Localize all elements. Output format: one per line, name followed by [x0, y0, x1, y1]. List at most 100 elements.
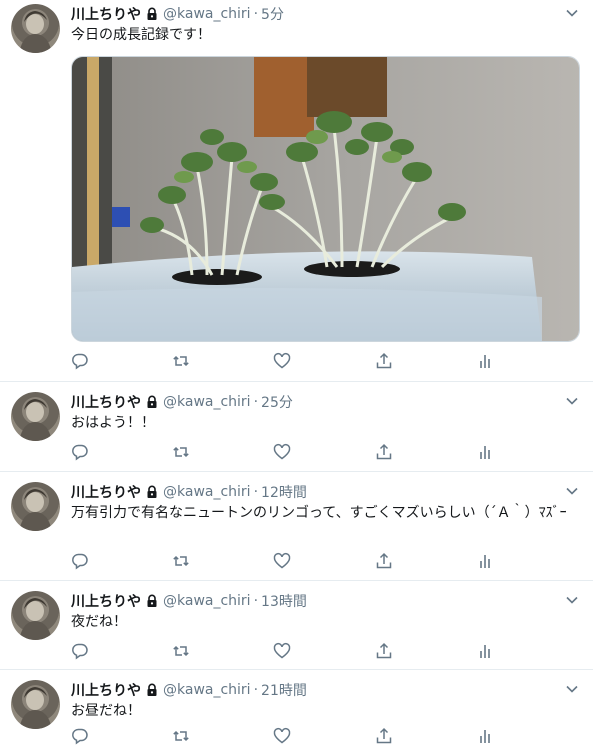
analytics-button[interactable]	[476, 352, 496, 372]
retweet-icon	[173, 446, 189, 458]
like-icon	[273, 553, 291, 569]
chevron-down-icon[interactable]	[565, 593, 579, 607]
tweet-text: 夜だね！	[71, 614, 127, 630]
retweet-icon	[173, 355, 189, 367]
analytics-icon	[480, 730, 490, 743]
tweet[interactable]: 川上ちりや @kawa_chiri · 25分 おはよう！！	[0, 382, 593, 472]
like-icon	[273, 353, 291, 369]
avatar[interactable]	[11, 680, 60, 729]
tweet-header: 川上ちりや @kawa_chiri · 13時間	[71, 591, 307, 611]
reply-icon	[72, 643, 88, 660]
avatar[interactable]	[11, 392, 60, 441]
tweet-actions	[71, 352, 501, 372]
analytics-button[interactable]	[476, 642, 496, 662]
retweet-button[interactable]	[172, 727, 192, 747]
author-name[interactable]: 川上ちりや	[71, 482, 141, 502]
timestamp[interactable]: 12時間	[261, 482, 307, 502]
chevron-down-icon[interactable]	[565, 682, 579, 696]
analytics-button[interactable]	[476, 727, 496, 747]
analytics-button[interactable]	[476, 552, 496, 572]
author-name[interactable]: 川上ちりや	[71, 680, 141, 700]
chevron-down-icon[interactable]	[565, 484, 579, 498]
author-name[interactable]: 川上ちりや	[71, 591, 141, 611]
like-icon	[273, 728, 291, 744]
like-icon	[273, 643, 291, 659]
like-button[interactable]	[273, 552, 293, 572]
avatar[interactable]	[11, 482, 60, 531]
share-icon	[376, 642, 392, 659]
share-button[interactable]	[375, 552, 395, 572]
author-handle[interactable]: @kawa_chiri	[163, 682, 251, 698]
reply-icon	[72, 553, 88, 570]
reply-icon	[72, 353, 88, 370]
reply-icon	[72, 728, 88, 745]
tweet-actions	[71, 443, 501, 463]
retweet-button[interactable]	[172, 443, 192, 463]
tweet-header: 川上ちりや @kawa_chiri · 12時間	[71, 482, 307, 502]
share-icon	[376, 443, 392, 460]
retweet-icon	[173, 555, 189, 567]
lock-icon	[147, 485, 157, 498]
author-name[interactable]: 川上ちりや	[71, 392, 141, 412]
author-handle[interactable]: @kawa_chiri	[163, 6, 251, 22]
separator: ·	[253, 394, 259, 410]
reply-button[interactable]	[71, 352, 91, 372]
author-handle[interactable]: @kawa_chiri	[163, 593, 251, 609]
tweet-text: 今日の成長記録です！	[71, 27, 211, 43]
tweet-actions	[71, 642, 501, 662]
like-button[interactable]	[273, 443, 293, 463]
tweet[interactable]: 川上ちりや @kawa_chiri · 21時間 お昼だね！	[0, 670, 593, 747]
timestamp[interactable]: 5分	[261, 4, 284, 24]
reply-button[interactable]	[71, 443, 91, 463]
lock-icon	[147, 683, 157, 696]
like-button[interactable]	[273, 727, 293, 747]
reply-icon	[72, 444, 88, 461]
tweet-text: お昼だね！	[71, 703, 141, 719]
share-icon	[376, 552, 392, 569]
tweet-header: 川上ちりや @kawa_chiri · 25分	[71, 392, 293, 412]
tweet-actions	[71, 727, 501, 747]
reply-button[interactable]	[71, 727, 91, 747]
timestamp[interactable]: 25分	[261, 392, 293, 412]
tweet-actions	[71, 552, 501, 572]
retweet-button[interactable]	[172, 642, 192, 662]
analytics-icon	[480, 555, 490, 568]
like-icon	[273, 444, 291, 460]
share-button[interactable]	[375, 352, 395, 372]
analytics-button[interactable]	[476, 443, 496, 463]
retweet-button[interactable]	[172, 352, 192, 372]
author-handle[interactable]: @kawa_chiri	[163, 484, 251, 500]
share-button[interactable]	[375, 642, 395, 662]
like-button[interactable]	[273, 642, 293, 662]
separator: ·	[253, 484, 259, 500]
analytics-icon	[480, 355, 490, 368]
share-button[interactable]	[375, 443, 395, 463]
lock-icon	[147, 7, 157, 20]
timestamp[interactable]: 13時間	[261, 591, 307, 611]
analytics-icon	[480, 645, 490, 658]
separator: ·	[253, 593, 259, 609]
tweet-text: 万有引力で有名なニュートンのリンゴって、すごくマズいらしい（´Ａ｀）ﾏｽﾞｰ	[71, 505, 567, 521]
tweet-photo[interactable]	[71, 56, 580, 342]
tweet-header: 川上ちりや @kawa_chiri · 5分	[71, 4, 284, 24]
chevron-down-icon[interactable]	[565, 6, 579, 20]
avatar[interactable]	[11, 4, 60, 53]
share-icon	[376, 352, 392, 369]
chevron-down-icon[interactable]	[565, 394, 579, 408]
reply-button[interactable]	[71, 552, 91, 572]
author-handle[interactable]: @kawa_chiri	[163, 394, 251, 410]
separator: ·	[253, 6, 259, 22]
lock-icon	[147, 594, 157, 607]
timeline: 川上ちりや @kawa_chiri · 5分 今日の成長記録です！ 川上ちりや …	[0, 0, 593, 747]
avatar[interactable]	[11, 591, 60, 640]
retweet-icon	[173, 645, 189, 657]
timestamp[interactable]: 21時間	[261, 680, 307, 700]
like-button[interactable]	[273, 352, 293, 372]
tweet[interactable]: 川上ちりや @kawa_chiri · 12時間 万有引力で有名なニュートンのリ…	[0, 472, 593, 581]
author-name[interactable]: 川上ちりや	[71, 4, 141, 24]
retweet-button[interactable]	[172, 552, 192, 572]
reply-button[interactable]	[71, 642, 91, 662]
share-button[interactable]	[375, 727, 395, 747]
tweet[interactable]: 川上ちりや @kawa_chiri · 5分 今日の成長記録です！	[0, 0, 593, 382]
tweet[interactable]: 川上ちりや @kawa_chiri · 13時間 夜だね！	[0, 581, 593, 670]
